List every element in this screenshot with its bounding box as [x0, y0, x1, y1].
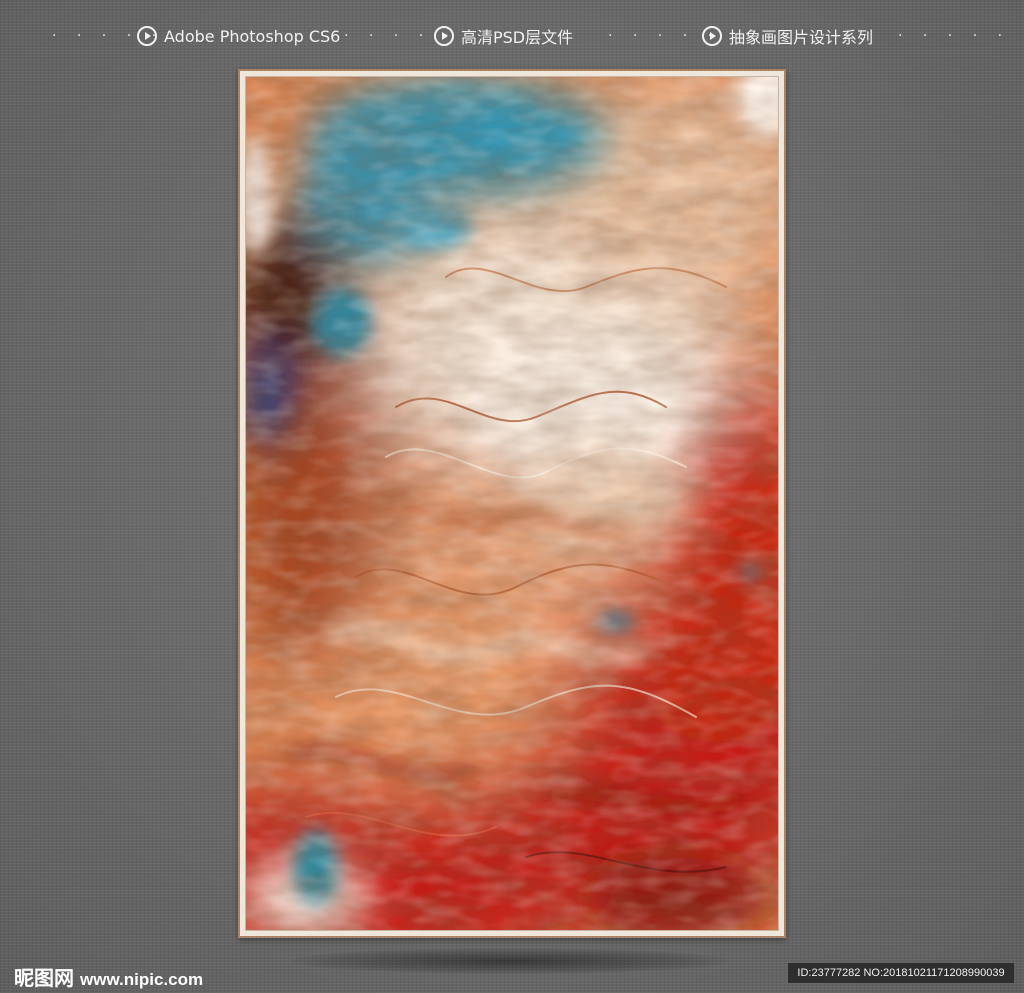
banner-label: 抽象画图片设计系列	[729, 28, 874, 47]
play-circle-icon	[137, 26, 157, 46]
painting-canvas	[245, 76, 779, 931]
banner-label: Adobe Photoshop CS6	[164, 26, 341, 46]
banner-item-series: 抽象画图片设计系列	[702, 24, 873, 48]
site-logo: 昵图网 www.nipic.com	[14, 962, 203, 991]
banner-label: 高清PSD层文件	[461, 28, 574, 47]
top-banner: · · · · · Adobe Photoshop CS6 · · · · · …	[0, 24, 1024, 50]
separator-dots: · · · · ·	[898, 28, 1011, 44]
banner-item-photoshop: Adobe Photoshop CS6	[137, 24, 340, 48]
play-circle-icon	[702, 26, 722, 46]
logo-url: www.nipic.com	[80, 970, 204, 989]
logo-chinese: 昵图网	[14, 966, 74, 990]
banner-item-psd: 高清PSD层文件	[434, 24, 573, 48]
picture-frame	[238, 69, 786, 938]
play-circle-icon	[434, 26, 454, 46]
abstract-painting	[246, 77, 778, 930]
image-id-bar: ID:23777282 NO:20181021171208990039	[788, 963, 1014, 983]
frame-shadow	[290, 948, 730, 974]
